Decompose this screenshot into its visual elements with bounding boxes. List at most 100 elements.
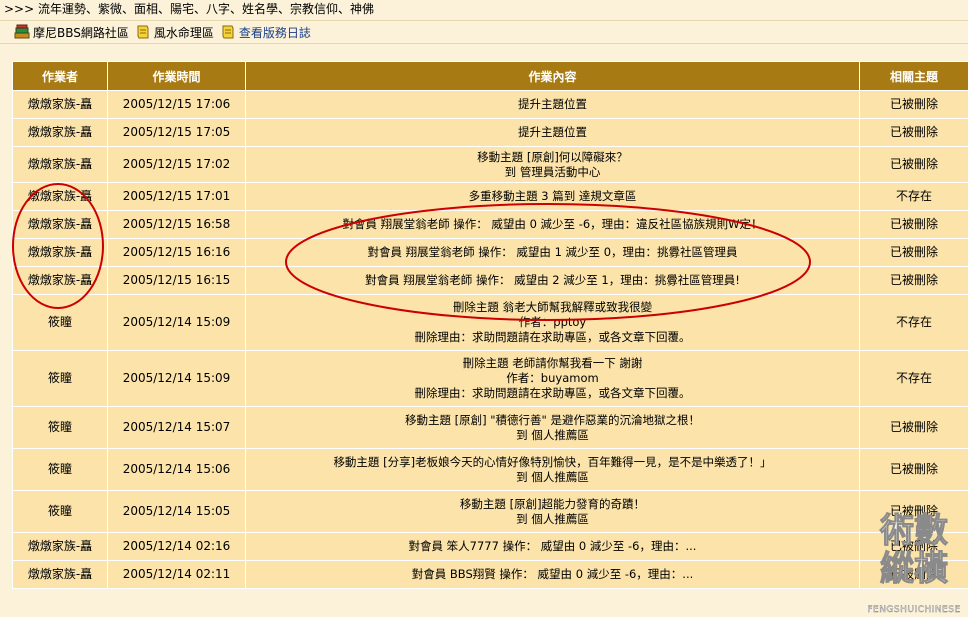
table-row: 燉燉家族-矗 2005/12/14 02:11 對會員 BBS翔賢 操作： 威望… (12, 560, 968, 589)
content-line: 對會員 BBS翔賢 操作： 威望由 0 減少至 -6，理由：... (411, 567, 694, 581)
time-cell: 2005/12/14 15:06 (107, 448, 246, 491)
status-cell: 已被刪除 (859, 146, 968, 183)
content-line: 刪除理由：求助問題請在求助專區，或各文章下回覆。 (414, 330, 691, 344)
content-cell: 多重移動主題 3 篇到 達規文章區 (245, 182, 860, 211)
status-cell: 不存在 (859, 350, 968, 407)
content-line[interactable]: 移動主題 [原創]何以障礙來？ (250, 150, 855, 165)
content-line[interactable]: 移動主題 [原創]超能力發育的奇蹟！ (250, 497, 855, 512)
operator-cell[interactable]: 筱瞳 (12, 448, 108, 491)
content-cell: 移動主題 [分享]老板娘今天的心情好像特別愉快，百年難得一見，是不是中樂透了！」… (245, 448, 860, 491)
content-line[interactable]: 移動主題 [分享]老板娘今天的心情好像特別愉快，百年難得一見，是不是中樂透了！」 (250, 455, 855, 470)
content-line: 對會員 笨人7777 操作： 威望由 0 減少至 -6，理由：... (408, 539, 697, 553)
status-cell: 已被刪除 (859, 448, 968, 491)
operator-cell[interactable]: 燉燉家族-矗 (12, 90, 108, 119)
content-line: 多重移動主題 3 篇到 達規文章區 (468, 189, 637, 203)
time-cell: 2005/12/15 17:02 (107, 146, 246, 183)
top-category-nav: >>> 流年運勢、紫微、面相、陽宅、八字、姓名學、宗教信仰、神佛 (0, 0, 968, 20)
table-header-row: 作業者 作業時間 作業內容 相關主題 (12, 61, 968, 91)
content-line[interactable]: 移動主題 [原創] "積德行善" 是避作惡業的沉淪地獄之根！ (250, 413, 855, 428)
content-line: 作者：buyamom (506, 371, 599, 385)
table-row: 筱瞳 2005/12/14 15:09 刪除主題 翁老大師幫我解釋或致我很變 作… (12, 294, 968, 351)
time-cell: 2005/12/15 16:16 (107, 238, 246, 267)
time-cell: 2005/12/15 16:58 (107, 210, 246, 239)
column-header-topic: 相關主題 (859, 61, 968, 91)
content-line: 到 個人推薦區 (516, 511, 589, 526)
status-cell: 不存在 (859, 294, 968, 351)
breadcrumb-fengshui-board[interactable]: 風水命理區 (135, 24, 214, 41)
table-row: 燉燉家族-矗 2005/12/15 17:06 提升主題位置 已被刪除 (12, 90, 968, 119)
content-line: 到 個人推薦區 (516, 469, 589, 484)
status-cell: 不存在 (859, 182, 968, 211)
content-line: 刪除理由：求助問題請在求助專區，或各文章下回覆。 (414, 386, 691, 400)
site-watermark: 術數 縱橫 FENGSHUICHINESE (864, 512, 964, 617)
content-cell: 刪除主題 翁老大師幫我解釋或致我很變 作者：pptoy 刪除理由：求助問題請在求… (245, 294, 860, 351)
notepad-icon (222, 25, 234, 39)
content-line: 對會員 翔展堂翁老師 操作： 威望由 0 減少至 -6，理由：違反社區協族規則W… (342, 217, 763, 231)
operator-cell[interactable]: 燉燉家族-矗 (12, 146, 108, 183)
breadcrumb-label: 查看版務日誌 (238, 25, 311, 40)
operator-cell[interactable]: 燉燉家族-矗 (12, 266, 108, 295)
content-line: 到 個人推薦區 (516, 427, 589, 442)
operator-cell[interactable]: 筱瞳 (12, 406, 108, 449)
status-cell: 已被刪除 (859, 406, 968, 449)
content-line: 刪除主題 翁老大師幫我解釋或致我很變 (452, 300, 653, 314)
table-row: 燉燉家族-矗 2005/12/14 02:16 對會員 笨人7777 操作： 威… (12, 532, 968, 561)
content-cell: 對會員 笨人7777 操作： 威望由 0 減少至 -6，理由：... (245, 532, 860, 561)
top-category-text: >>> 流年運勢、紫微、面相、陽宅、八字、姓名學、宗教信仰、神佛 (4, 2, 374, 16)
time-cell: 2005/12/14 02:16 (107, 532, 246, 561)
table-row: 燉燉家族-矗 2005/12/15 16:16 對會員 翔展堂翁老師 操作： 威… (12, 238, 968, 267)
moderation-log-table: 作業者 作業時間 作業內容 相關主題 燉燉家族-矗 2005/12/15 17:… (12, 61, 968, 589)
content-cell: 對會員 翔展堂翁老師 操作： 威望由 1 減少至 0，理由：挑釁社區管理員 (245, 238, 860, 267)
breadcrumb: 摩尼BBS網路社區 風水命理區 查看版務日誌 (0, 20, 968, 44)
content-line: 對會員 翔展堂翁老師 操作： 威望由 1 減少至 0，理由：挑釁社區管理員 (367, 245, 738, 259)
breadcrumb-label: 風水命理區 (153, 25, 214, 40)
operator-cell[interactable]: 燉燉家族-矗 (12, 238, 108, 267)
time-cell: 2005/12/15 16:15 (107, 266, 246, 295)
status-cell: 已被刪除 (859, 210, 968, 239)
operator-cell[interactable]: 筱瞳 (12, 294, 108, 351)
column-header-operator: 作業者 (12, 61, 108, 91)
time-cell: 2005/12/14 02:11 (107, 560, 246, 589)
table-row: 燉燉家族-矗 2005/12/15 17:02 移動主題 [原創]何以障礙來？ … (12, 146, 968, 183)
time-cell: 2005/12/14 15:05 (107, 490, 246, 533)
books-icon (14, 24, 30, 39)
table-row: 筱瞳 2005/12/14 15:07 移動主題 [原創] "積德行善" 是避作… (12, 406, 968, 449)
content-line: 刪除主題 老師請你幫我看一下 謝謝 (462, 356, 643, 370)
breadcrumb-forum-home[interactable]: 摩尼BBS網路社區 (14, 24, 129, 41)
table-row: 筱瞳 2005/12/14 15:09 刪除主題 老師請你幫我看一下 謝謝 作者… (12, 350, 968, 407)
time-cell: 2005/12/15 17:06 (107, 90, 246, 119)
content-cell: 移動主題 [原創]何以障礙來？ 到 管理員活動中心 (245, 146, 860, 183)
time-cell: 2005/12/14 15:09 (107, 350, 246, 407)
content-cell: 移動主題 [原創] "積德行善" 是避作惡業的沉淪地獄之根！ 到 個人推薦區 (245, 406, 860, 449)
table-row: 燉燉家族-矗 2005/12/15 17:05 提升主題位置 已被刪除 (12, 118, 968, 147)
time-cell: 2005/12/15 17:05 (107, 118, 246, 147)
content-line: 提升主題位置 (518, 125, 587, 139)
content-cell: 移動主題 [原創]超能力發育的奇蹟！ 到 個人推薦區 (245, 490, 860, 533)
operator-cell[interactable]: 燉燉家族-矗 (12, 182, 108, 211)
content-cell: 刪除主題 老師請你幫我看一下 謝謝 作者：buyamom 刪除理由：求助問題請在… (245, 350, 860, 407)
operator-cell[interactable]: 燉燉家族-矗 (12, 532, 108, 561)
operator-cell[interactable]: 燉燉家族-矗 (12, 560, 108, 589)
table-row: 筱瞳 2005/12/14 15:06 移動主題 [分享]老板娘今天的心情好像特… (12, 448, 968, 491)
table-row: 筱瞳 2005/12/14 15:05 移動主題 [原創]超能力發育的奇蹟！ 到… (12, 490, 968, 533)
time-cell: 2005/12/14 15:07 (107, 406, 246, 449)
content-line: 提升主題位置 (518, 97, 587, 111)
breadcrumb-mod-log[interactable]: 查看版務日誌 (220, 24, 311, 41)
operator-cell[interactable]: 筱瞳 (12, 490, 108, 533)
content-line: 對會員 翔展堂翁老師 操作： 威望由 2 減少至 1，理由：挑釁社區管理員! (365, 273, 740, 287)
scroll-icon (137, 25, 149, 39)
column-header-time: 作業時間 (107, 61, 246, 91)
watermark-site-label: FENGSHUICHINESE (867, 605, 961, 615)
status-cell: 已被刪除 (859, 266, 968, 295)
time-cell: 2005/12/15 17:01 (107, 182, 246, 211)
operator-cell[interactable]: 筱瞳 (12, 350, 108, 407)
time-cell: 2005/12/14 15:09 (107, 294, 246, 351)
content-cell: 對會員 翔展堂翁老師 操作： 威望由 0 減少至 -6，理由：違反社區協族規則W… (245, 210, 860, 239)
content-cell: 提升主題位置 (245, 118, 860, 147)
watermark-glyphs: 術數 縱橫 (880, 511, 949, 589)
content-line: 作者：pptoy (518, 315, 587, 329)
table-row: 燉燉家族-矗 2005/12/15 16:58 對會員 翔展堂翁老師 操作： 威… (12, 210, 968, 239)
operator-cell[interactable]: 燉燉家族-矗 (12, 210, 108, 239)
operator-cell[interactable]: 燉燉家族-矗 (12, 118, 108, 147)
status-cell: 已被刪除 (859, 238, 968, 267)
